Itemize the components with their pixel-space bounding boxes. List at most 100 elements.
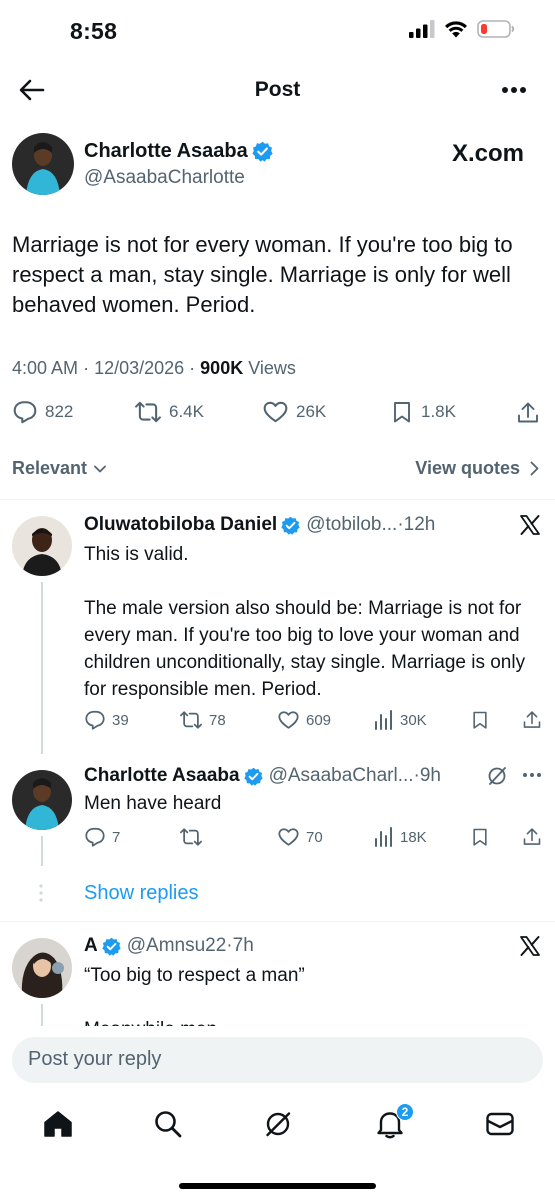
repost-button[interactable]: 6.4K <box>134 399 204 425</box>
more-options-icon[interactable] <box>498 78 530 102</box>
tab-grok[interactable] <box>258 1106 298 1142</box>
views-button[interactable]: 18K <box>374 826 427 848</box>
status-icons <box>409 20 515 38</box>
verified-badge-icon <box>252 141 273 162</box>
reply-author-name[interactable]: Oluwatobiloba Daniel <box>84 514 277 536</box>
reply-time: 12h <box>403 514 436 535</box>
reply-text: “Too big to respect a man” <box>84 965 305 986</box>
thread-line <box>41 582 43 754</box>
post-action-bar: 822 6.4K 26K 1.8K <box>12 399 542 427</box>
chevron-right-icon <box>530 461 539 476</box>
views-button[interactable]: 30K <box>374 709 427 731</box>
reply-author-handle[interactable]: @Amnsu22 <box>127 935 227 957</box>
home-indicator <box>179 1183 376 1189</box>
grok-icon[interactable] <box>486 765 508 787</box>
source-watermark: X.com <box>452 140 525 167</box>
reply-avatar[interactable] <box>12 516 72 576</box>
verified-badge-icon <box>243 767 263 786</box>
bookmark-icon <box>394 402 410 423</box>
reply-author-name[interactable]: A <box>84 935 98 957</box>
bookmark-button[interactable] <box>470 709 490 736</box>
reply-action-bar: 7 70 18K <box>84 826 544 850</box>
bookmark-icon <box>473 828 487 846</box>
meta-separator-2: · <box>189 358 201 378</box>
status-bar: 8:58 <box>0 0 555 64</box>
show-replies-link[interactable]: Show replies <box>84 882 199 905</box>
bookmark-button[interactable]: 1.8K <box>390 399 456 425</box>
reply-author-handle[interactable]: @AsaabaCharl... <box>269 765 414 787</box>
reply-sort-dropdown[interactable]: Relevant <box>12 458 107 479</box>
reply-avatar[interactable] <box>12 770 72 830</box>
view-quotes-link[interactable]: View quotes <box>415 458 539 479</box>
view-quotes-label: View quotes <box>415 458 520 478</box>
reply-text-line-1: This is valid. <box>84 544 189 565</box>
like-count: 609 <box>306 711 332 729</box>
verified-badge-icon <box>102 937 121 956</box>
post-time: 4:00 AM <box>12 358 79 378</box>
bookmark-icon <box>473 711 487 729</box>
sort-label: Relevant <box>12 458 88 478</box>
battery-low-icon <box>477 20 515 38</box>
reply-button[interactable]: 39 <box>84 709 129 731</box>
home-icon <box>44 1111 72 1137</box>
repost-button[interactable] <box>179 826 203 848</box>
views-label[interactable]: Views <box>248 358 296 378</box>
tab-home[interactable] <box>38 1106 78 1142</box>
share-icon <box>518 402 538 423</box>
repost-button[interactable]: 78 <box>179 709 226 731</box>
views-chart-icon <box>375 827 392 847</box>
reply-author-name[interactable]: Charlotte Asaaba <box>84 765 240 787</box>
heart-icon <box>278 711 299 729</box>
grok-icon <box>266 1112 291 1137</box>
post-meta: 4:00 AM · 12/03/2026 · 900K Views <box>12 358 296 379</box>
page-title: Post <box>254 78 301 101</box>
like-button[interactable]: 609 <box>277 709 331 731</box>
tab-search[interactable] <box>148 1106 188 1142</box>
reply-author-handle[interactable]: @tobilob... <box>306 514 397 536</box>
post-date: 12/03/2026 <box>94 358 185 378</box>
reply-text-cutoff-clip: Meanwhile men <box>84 1016 524 1026</box>
reply-header: Oluwatobiloba Daniel @tobilob... · 12h <box>84 514 504 536</box>
bookmark-button[interactable] <box>470 826 490 853</box>
nav-bar: Post <box>0 64 555 116</box>
reply-action-bar: 39 78 609 30K <box>84 709 544 733</box>
status-time: 8:58 <box>70 18 118 44</box>
more-options-icon[interactable] <box>522 772 542 778</box>
reply-avatar[interactable] <box>12 938 72 998</box>
cellular-signal-icon <box>409 20 435 38</box>
like-button[interactable]: 70 <box>277 826 323 848</box>
reply-count: 7 <box>112 828 121 846</box>
share-button[interactable] <box>522 709 542 736</box>
views-count: 30K <box>400 711 427 729</box>
reply-header: Charlotte Asaaba @AsaabaCharl... · 9h <box>84 765 484 787</box>
repost-icon <box>135 401 161 423</box>
author-name[interactable]: Charlotte Asaaba <box>84 140 248 163</box>
author-handle[interactable]: @AsaabaCharlotte <box>84 167 245 189</box>
reply-count: 39 <box>112 711 129 729</box>
reply-text-cutoff: Meanwhile men <box>84 1016 217 1026</box>
envelope-icon <box>486 1112 514 1136</box>
author-name-row: Charlotte Asaaba <box>84 140 273 163</box>
reply-icon <box>13 401 37 424</box>
verified-badge-icon <box>281 516 300 535</box>
reply-header: A @Amnsu22 · 7h <box>84 935 254 957</box>
reply-button[interactable]: 822 <box>12 399 73 425</box>
share-button[interactable] <box>514 399 542 427</box>
tab-bar: 2 <box>0 1096 555 1152</box>
repost-icon <box>180 711 202 729</box>
like-count: 70 <box>306 828 323 846</box>
tab-messages[interactable] <box>480 1106 520 1142</box>
reply-icon <box>85 827 105 847</box>
search-icon <box>155 1111 182 1138</box>
notifications-badge: 2 <box>396 1103 414 1121</box>
wifi-icon <box>445 21 467 38</box>
share-button[interactable] <box>522 826 542 853</box>
reply-button[interactable]: 7 <box>84 826 120 848</box>
heart-icon <box>263 401 288 423</box>
author-avatar[interactable] <box>12 133 74 195</box>
views-chart-icon <box>375 710 392 730</box>
section-divider <box>0 921 555 922</box>
repost-icon <box>180 828 202 846</box>
like-button[interactable]: 26K <box>262 399 326 425</box>
repost-count: 6.4K <box>169 402 204 421</box>
